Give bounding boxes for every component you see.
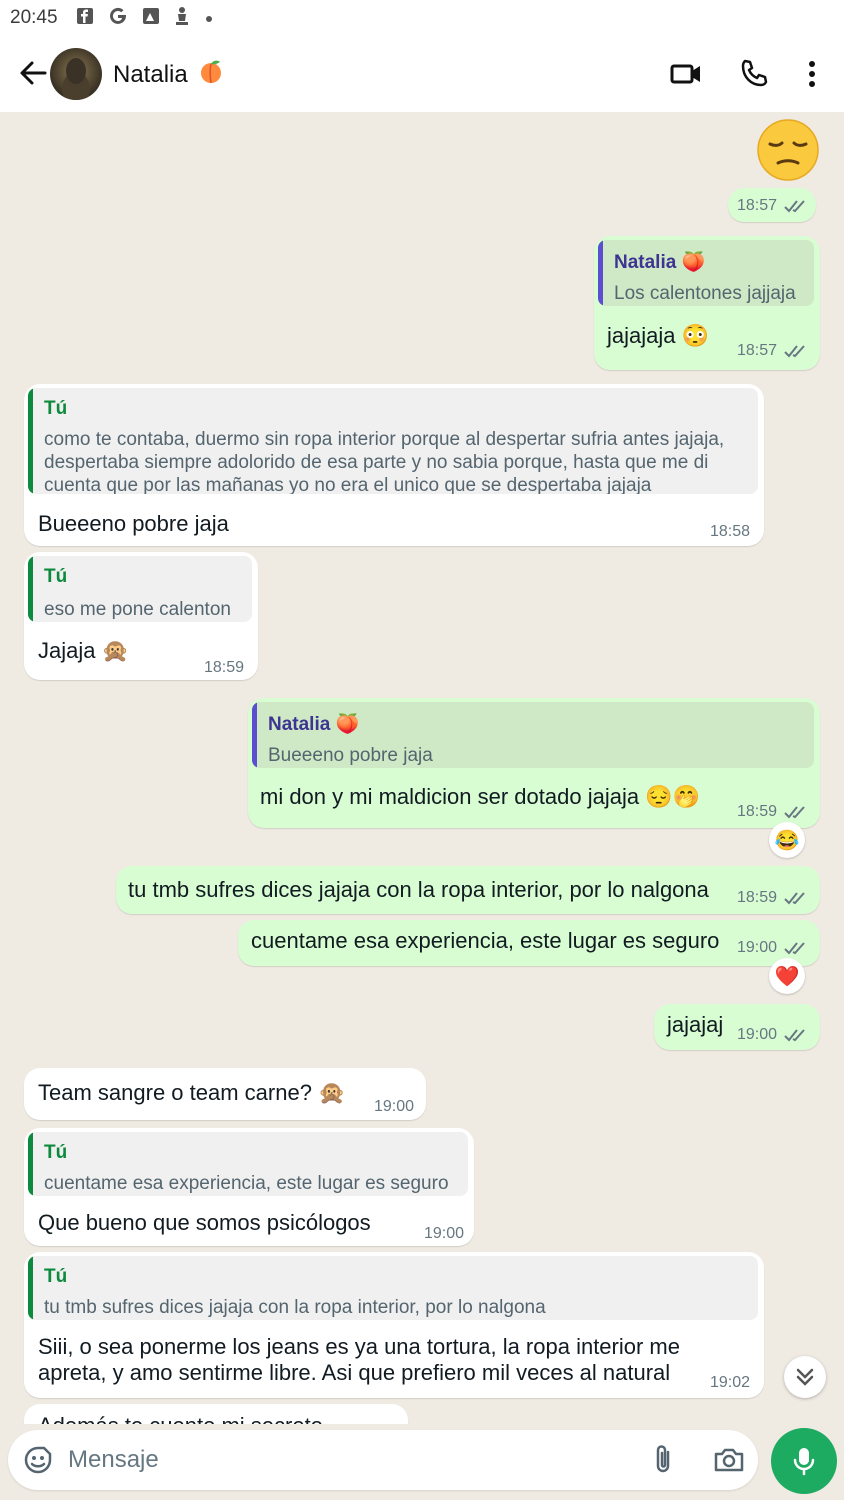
quote-text: eso me pone calenton bbox=[44, 599, 231, 620]
message-bubble[interactable]: Tú como te contaba, duermo sin ropa inte… bbox=[24, 384, 764, 546]
peach-emoji-icon bbox=[198, 58, 224, 91]
avatar[interactable] bbox=[50, 48, 102, 100]
double-check-icon bbox=[784, 200, 805, 213]
message-time: 18:57 bbox=[737, 197, 778, 214]
message-bubble[interactable]: tu tmb sufres dices jajaja con la ropa i… bbox=[116, 866, 820, 914]
message-text: cuentame esa experiencia, este lugar es … bbox=[251, 928, 720, 953]
quoted-message[interactable]: Natalia 🍑 Los calentones jajjaja bbox=[598, 240, 814, 306]
quoted-message[interactable]: Tú eso me pone calenton bbox=[28, 556, 252, 622]
google-icon bbox=[108, 6, 128, 31]
message-time: 18:57 bbox=[737, 342, 778, 359]
message-text: Bueeeno pobre jaja bbox=[38, 511, 229, 536]
quoted-message[interactable]: Tú como te contaba, duermo sin ropa inte… bbox=[28, 388, 758, 494]
quote-author: Tú bbox=[44, 566, 68, 587]
quote-author: Tú bbox=[44, 1142, 68, 1163]
reaction-emoji: ❤️ bbox=[774, 965, 800, 988]
contact-name-text: Natalia bbox=[113, 61, 188, 88]
message-time: 19:02 bbox=[710, 1374, 751, 1391]
more-options-icon[interactable] bbox=[798, 58, 826, 90]
quote-author: Tú bbox=[44, 398, 68, 419]
chat-area[interactable]: 18:57 Natalia 🍑 Los calentones jajjaja j… bbox=[0, 112, 844, 1424]
camera-icon[interactable] bbox=[712, 1444, 746, 1476]
video-call-icon[interactable] bbox=[670, 58, 702, 90]
message-bubble[interactable]: Tú cuentame esa experiencia, este lugar … bbox=[24, 1128, 474, 1246]
back-arrow-icon[interactable] bbox=[18, 58, 48, 88]
scroll-down-button[interactable] bbox=[784, 1356, 826, 1398]
image-icon bbox=[142, 7, 160, 30]
double-check-icon bbox=[784, 892, 805, 905]
message-time: 18:58 bbox=[710, 523, 751, 540]
attach-icon[interactable] bbox=[650, 1444, 678, 1476]
message-time: 18:59 bbox=[737, 803, 778, 820]
double-check-icon bbox=[784, 345, 805, 358]
chat-header: Natalia bbox=[0, 36, 844, 112]
reaction-badge[interactable]: ❤️ bbox=[769, 958, 805, 994]
double-check-icon bbox=[784, 1029, 805, 1042]
message-text: Team sangre o team carne? 🙊 bbox=[38, 1080, 346, 1105]
double-check-icon bbox=[784, 806, 805, 819]
message-text: Además te cuento mi secreto bbox=[38, 1413, 323, 1424]
message-time: 19:00 bbox=[737, 1026, 778, 1043]
quoted-message[interactable]: Tú cuentame esa experiencia, este lugar … bbox=[28, 1132, 468, 1196]
message-input-bar[interactable]: Mensaje bbox=[8, 1430, 758, 1490]
double-chevron-down-icon bbox=[796, 1368, 814, 1386]
message-text-line1: Siii, o sea ponerme los jeans es ya una … bbox=[38, 1334, 680, 1359]
phone-call-icon[interactable] bbox=[738, 58, 770, 90]
message-bubble[interactable]: cuentame esa experiencia, este lugar es … bbox=[238, 920, 820, 966]
message-text: Jajaja 🙊 bbox=[38, 638, 129, 663]
message-time: 18:59 bbox=[204, 659, 245, 676]
sticker-emoji-icon[interactable] bbox=[22, 1444, 54, 1476]
pensive-emoji-icon bbox=[757, 119, 819, 181]
message-bubble[interactable]: Natalia 🍑 Los calentones jajjaja jajajaj… bbox=[594, 236, 820, 370]
message-text: jajajaj bbox=[667, 1012, 724, 1037]
quoted-message[interactable]: Natalia 🍑 Bueeeno pobre jaja bbox=[252, 702, 814, 768]
status-bar: 20:45 bbox=[0, 0, 844, 36]
dot-icon bbox=[204, 8, 214, 29]
message-text: Que bueno que somos psicólogos bbox=[38, 1210, 371, 1235]
mic-button[interactable] bbox=[771, 1428, 837, 1494]
mic-icon bbox=[793, 1448, 815, 1476]
message-bubble[interactable]: 18:57 bbox=[728, 188, 816, 222]
message-text-line2: apreta, y amo sentirme libre. Asi que pr… bbox=[38, 1360, 671, 1385]
quote-text: Los calentones jajjaja bbox=[614, 283, 796, 304]
sticker-message[interactable] bbox=[756, 118, 820, 182]
quote-text: tu tmb sufres dices jajaja con la ropa i… bbox=[44, 1297, 546, 1318]
quoted-message[interactable]: Tú tu tmb sufres dices jajaja con la rop… bbox=[28, 1256, 758, 1320]
facebook-icon bbox=[76, 7, 94, 30]
chess-icon bbox=[174, 6, 190, 31]
quote-author: Tú bbox=[44, 1266, 68, 1287]
message-text: mi don y mi maldicion ser dotado jajaja … bbox=[260, 784, 700, 809]
message-bubble[interactable]: Tú tu tmb sufres dices jajaja con la rop… bbox=[24, 1252, 764, 1398]
message-bubble[interactable]: Tú eso me pone calenton Jajaja 🙊 18:59 bbox=[24, 552, 258, 680]
quote-text: como te contaba, duermo sin ropa interio… bbox=[44, 429, 725, 494]
quote-author: Natalia 🍑 bbox=[614, 252, 706, 273]
message-time: 18:59 bbox=[737, 889, 778, 906]
message-text: jajajaja 😳 bbox=[607, 323, 709, 348]
double-check-icon bbox=[784, 942, 805, 955]
message-bubble[interactable]: jajajaj 19:00 bbox=[654, 1004, 820, 1050]
message-time: 19:00 bbox=[424, 1225, 465, 1242]
quote-text: Bueeeno pobre jaja bbox=[268, 745, 433, 766]
quote-text: cuentame esa experiencia, este lugar es … bbox=[44, 1173, 449, 1194]
message-bubble[interactable]: Además te cuento mi secreto bbox=[24, 1404, 408, 1424]
message-input[interactable]: Mensaje bbox=[68, 1446, 159, 1474]
message-time: 19:00 bbox=[737, 939, 778, 956]
reaction-emoji: 😂 bbox=[774, 829, 800, 852]
message-bubble[interactable]: Team sangre o team carne? 🙊 19:00 bbox=[24, 1068, 426, 1120]
contact-name[interactable]: Natalia bbox=[113, 58, 224, 91]
message-text: tu tmb sufres dices jajaja con la ropa i… bbox=[128, 877, 709, 902]
reaction-badge[interactable]: 😂 bbox=[769, 822, 805, 858]
status-time: 20:45 bbox=[10, 7, 58, 28]
message-bubble[interactable]: Natalia 🍑 Bueeeno pobre jaja mi don y mi… bbox=[248, 698, 820, 828]
quote-author: Natalia 🍑 bbox=[268, 714, 360, 735]
message-time: 19:00 bbox=[374, 1098, 415, 1115]
